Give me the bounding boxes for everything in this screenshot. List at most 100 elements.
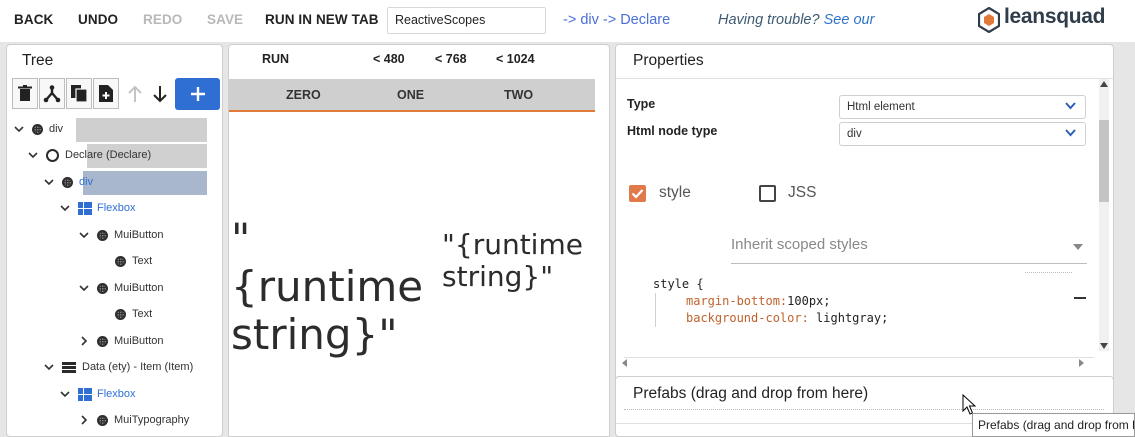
tree-node[interactable]: Text: [96, 303, 152, 325]
tree-node-label: Flexbox: [97, 388, 136, 400]
top-toolbar: BACK UNDO REDO SAVE RUN IN NEW TAB React…: [0, 0, 1135, 42]
tree-node[interactable]: MuiButton: [78, 277, 164, 299]
scroll-up-icon[interactable]: [1100, 81, 1108, 87]
back-button[interactable]: BACK: [14, 12, 53, 27]
row-highlight-selected: [83, 171, 207, 195]
chevron-down-icon[interactable]: [43, 176, 55, 188]
redo-button[interactable]: REDO: [143, 12, 182, 27]
scroll-left-icon[interactable]: [622, 359, 628, 367]
element-icon: [97, 414, 108, 426]
fork-icon[interactable]: [39, 78, 65, 109]
element-icon: [115, 255, 126, 267]
tree-node-label: Declare (Declare): [65, 149, 152, 161]
prefabs-tooltip: Prefabs (drag and drop from here): [972, 413, 1135, 437]
tree-node[interactable]: div: [43, 171, 93, 193]
tree-node[interactable]: Declare (Declare): [27, 144, 151, 166]
chevron-down-icon[interactable]: [78, 282, 90, 294]
tree-node-label: div: [49, 123, 64, 135]
logo-text: leansquad: [1004, 5, 1106, 28]
code-selector: style {: [653, 277, 704, 291]
cube-logo-icon: [978, 7, 1000, 33]
tree-node[interactable]: MuiButton: [78, 330, 164, 352]
breakpoint-1024[interactable]: < 1024: [496, 52, 535, 66]
tree-node-label: MuiButton: [114, 335, 164, 347]
node-type-select[interactable]: div: [839, 122, 1086, 146]
add-node-button[interactable]: [175, 78, 220, 110]
breadcrumb[interactable]: -> div -> Declare: [563, 12, 670, 28]
breakpoint-run[interactable]: RUN: [262, 52, 289, 66]
plus-icon: [190, 87, 205, 101]
tree-node[interactable]: MuiButton: [78, 224, 164, 246]
copy-icon[interactable]: [66, 78, 92, 109]
tree-node[interactable]: Text: [96, 250, 152, 272]
help-text: Having trouble? See our: [718, 12, 874, 28]
tree-node-label: MuiTypography: [114, 414, 190, 426]
chevron-down-icon[interactable]: [27, 149, 39, 161]
inherit-scoped-styles-select[interactable]: Inherit scoped styles: [731, 236, 1087, 264]
jss-checkbox[interactable]: [759, 185, 776, 202]
inherit-placeholder: Inherit scoped styles: [731, 236, 868, 253]
help-link[interactable]: See our: [824, 12, 875, 28]
chevron-down-icon[interactable]: [59, 202, 71, 214]
arrow-down-icon[interactable]: [147, 78, 173, 109]
runtime-string-small: "{runtime string}": [442, 228, 583, 293]
chevron-right-icon[interactable]: [78, 335, 90, 347]
tree-node[interactable]: Flexbox: [59, 197, 136, 219]
breakpoint-480[interactable]: < 480: [373, 52, 405, 66]
data-icon: [62, 361, 76, 373]
scroll-right-icon[interactable]: [1079, 359, 1085, 367]
dropdown-arrow-icon: [1073, 244, 1083, 250]
chevron-right-icon[interactable]: [78, 414, 90, 426]
tree-panel: Tree div Declare (Declare) div Flexbox MuiBu…: [6, 44, 223, 437]
tree-node[interactable]: MuiTypography: [78, 409, 189, 431]
type-select[interactable]: Html element: [839, 95, 1086, 119]
node-type-select-value: div: [847, 128, 862, 140]
tree-node[interactable]: Data (ety) - Item (Item): [43, 356, 193, 378]
tab-two[interactable]: TWO: [504, 88, 533, 102]
element-icon: [97, 335, 108, 347]
preview-panel: RUN < 480 < 768 < 1024 ZERO ONE TWO "{ru…: [228, 44, 610, 437]
undo-button[interactable]: UNDO: [78, 12, 118, 27]
paste-icon[interactable]: [93, 78, 119, 109]
type-label: Type: [627, 97, 656, 111]
editor-hscroll[interactable]: [624, 357, 1094, 358]
scope-name-input[interactable]: ReactiveScopes: [387, 7, 546, 34]
runtime-string-large: "{runtime string}": [231, 214, 424, 359]
flexbox-icon: [78, 202, 92, 215]
node-type-label: Html node type: [627, 124, 718, 138]
tree-node-label: MuiButton: [114, 282, 164, 294]
chevron-down-icon[interactable]: [78, 229, 90, 241]
style-checkbox[interactable]: [629, 185, 646, 202]
tree-node-label: Text: [132, 255, 153, 267]
chevron-down-icon[interactable]: [43, 361, 55, 373]
row-highlight: [76, 118, 207, 142]
tab-zero[interactable]: ZERO: [286, 88, 321, 102]
spacer: [96, 255, 108, 267]
ring-icon: [46, 148, 59, 162]
code-prop-name: background-color:: [686, 311, 809, 325]
check-icon: [631, 189, 644, 199]
code-prop-value: 100px;: [787, 294, 831, 308]
scroll-down-icon[interactable]: [1100, 343, 1108, 349]
tree-node[interactable]: Flexbox: [59, 383, 136, 405]
chevron-down-icon[interactable]: [59, 388, 71, 400]
flexbox-icon: [78, 388, 92, 401]
spacer: [96, 308, 108, 320]
code-prop-value: lightgray;: [808, 311, 889, 325]
chevron-down-icon[interactable]: [13, 123, 25, 135]
chevron-down-icon: [1065, 102, 1076, 110]
breakpoint-768[interactable]: < 768: [435, 52, 467, 66]
run-in-new-tab-button[interactable]: RUN IN NEW TAB: [265, 12, 379, 27]
prefabs-title: Prefabs (drag and drop from here): [633, 385, 869, 402]
save-button[interactable]: SAVE: [207, 12, 243, 27]
style-code-editor[interactable]: style { margin-bottom:100px; background-…: [653, 276, 888, 327]
chevron-down-icon: [1065, 129, 1076, 137]
tree-node[interactable]: div: [13, 118, 63, 140]
arrow-up-icon[interactable]: [122, 78, 148, 109]
tree-node-label: div: [79, 176, 94, 188]
trash-icon[interactable]: [12, 78, 38, 109]
jss-checkbox-label: JSS: [788, 184, 817, 201]
divider: [624, 409, 1104, 410]
tab-one[interactable]: ONE: [397, 88, 424, 102]
properties-scrollbar-thumb[interactable]: [1099, 120, 1109, 202]
